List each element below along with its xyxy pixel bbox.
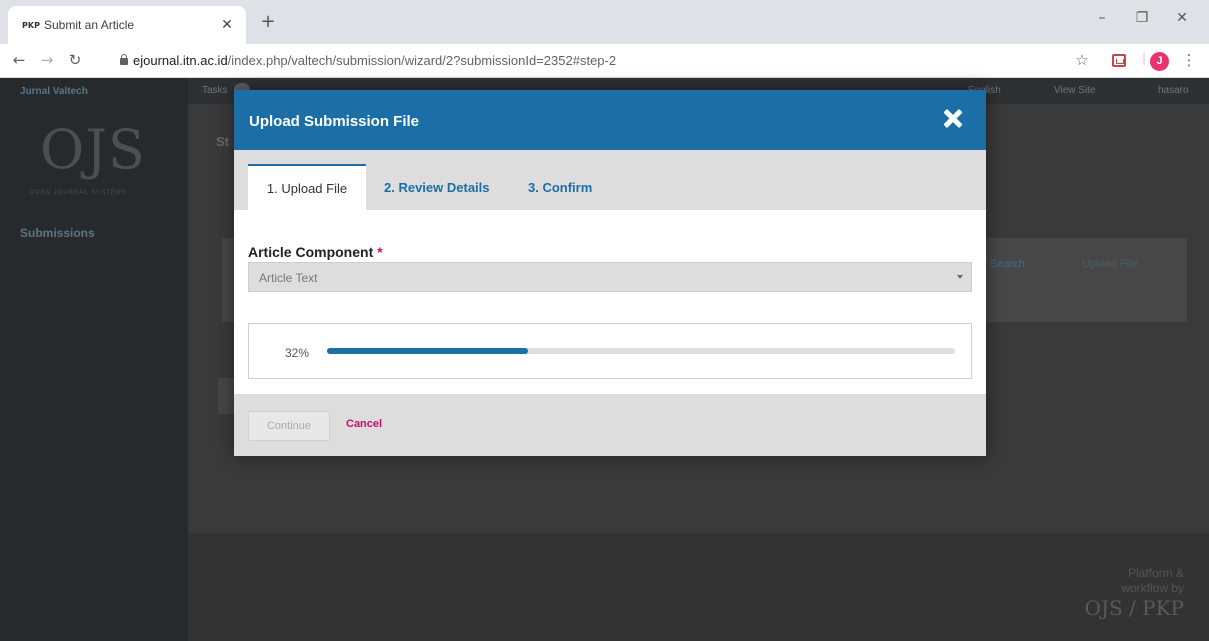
article-component-select[interactable]: Article Text [248, 262, 972, 292]
chevron-down-icon [957, 275, 963, 279]
required-marker: * [377, 244, 383, 260]
bookmark-star-icon[interactable]: ☆ [1073, 51, 1091, 69]
upload-submission-file-modal: Upload Submission File 1. Upload File 2.… [234, 90, 986, 456]
browser-tab-title: Submit an Article [44, 18, 135, 32]
pkp-favicon-icon: PKP [22, 20, 40, 30]
tab-confirm[interactable]: 3. Confirm [528, 164, 592, 210]
continue-button[interactable]: Continue [248, 411, 330, 441]
page-footer [188, 533, 1209, 641]
close-icon[interactable] [940, 105, 968, 133]
modal-title: Upload Submission File [249, 113, 420, 130]
forward-arrow-icon[interactable]: → [38, 51, 56, 69]
panel-upload-file-link[interactable]: Upload File [1082, 258, 1138, 270]
upload-progress-box: 32% [248, 323, 972, 379]
lock-icon [120, 54, 128, 65]
reload-icon[interactable]: ↻ [66, 51, 84, 69]
extension-icon[interactable] [1112, 54, 1126, 67]
browser-tab-strip: PKP Submit an Article ✕ + – ❐ ✕ [0, 0, 1209, 44]
profile-avatar[interactable]: J [1150, 52, 1169, 71]
journal-name-link[interactable]: Jurnal Valtech [20, 86, 88, 97]
footer-line-1: Platform & [1127, 566, 1184, 580]
upload-progress-percent: 32% [285, 346, 310, 360]
footer-line-2: workflow by [1121, 581, 1184, 595]
article-component-label: Article Component * [248, 244, 383, 260]
upload-progress-fill [327, 348, 528, 354]
address-bar[interactable]: ejournal.itn.ac.id/index.php/valtech/sub… [133, 53, 616, 68]
modal-header: Upload Submission File [234, 90, 986, 150]
url-path: /index.php/valtech/submission/wizard/2?s… [227, 53, 617, 68]
article-component-selected-value: Article Text [259, 271, 318, 285]
ojs-logo: OJS [40, 118, 146, 181]
new-tab-button[interactable]: + [258, 11, 278, 32]
footer-platform-text: Platform & workflow by [1100, 566, 1184, 596]
back-arrow-icon[interactable]: ← [10, 51, 28, 69]
tab-review-details[interactable]: 2. Review Details [384, 164, 490, 210]
user-menu-link[interactable]: hasaro [1158, 85, 1189, 96]
browser-tab[interactable]: PKP Submit an Article ✕ [8, 6, 246, 44]
browser-menu-icon[interactable]: ⋮ [1180, 51, 1198, 69]
tab-upload-file[interactable]: 1. Upload File [248, 164, 366, 210]
url-host: ejournal.itn.ac.id [133, 53, 228, 68]
article-component-label-text: Article Component [248, 244, 374, 260]
modal-footer: Continue Cancel [234, 394, 986, 456]
cancel-button[interactable]: Cancel [346, 418, 382, 430]
panel-search-link[interactable]: Search [990, 258, 1025, 270]
ojs-logo-subtitle: OPEN JOURNAL SYSTEMS [30, 190, 127, 196]
wizard-tabs: 1. Upload File 2. Review Details 3. Conf… [234, 150, 986, 210]
sidebar-item-submissions[interactable]: Submissions [20, 226, 95, 240]
page-title: St [216, 134, 229, 149]
browser-toolbar: ← → ↻ ejournal.itn.ac.id/index.php/valte… [0, 44, 1209, 78]
upload-progress-track [327, 348, 955, 354]
close-window-icon[interactable]: ✕ [1172, 10, 1192, 26]
restore-window-icon[interactable]: ❐ [1132, 10, 1152, 26]
pkp-footer-logo[interactable]: OJS / PKP [1084, 596, 1184, 620]
close-tab-icon[interactable]: ✕ [220, 17, 234, 33]
minimize-window-icon[interactable]: – [1092, 10, 1112, 26]
view-site-link[interactable]: View Site [1054, 85, 1096, 96]
tasks-link[interactable]: Tasks [202, 85, 228, 96]
